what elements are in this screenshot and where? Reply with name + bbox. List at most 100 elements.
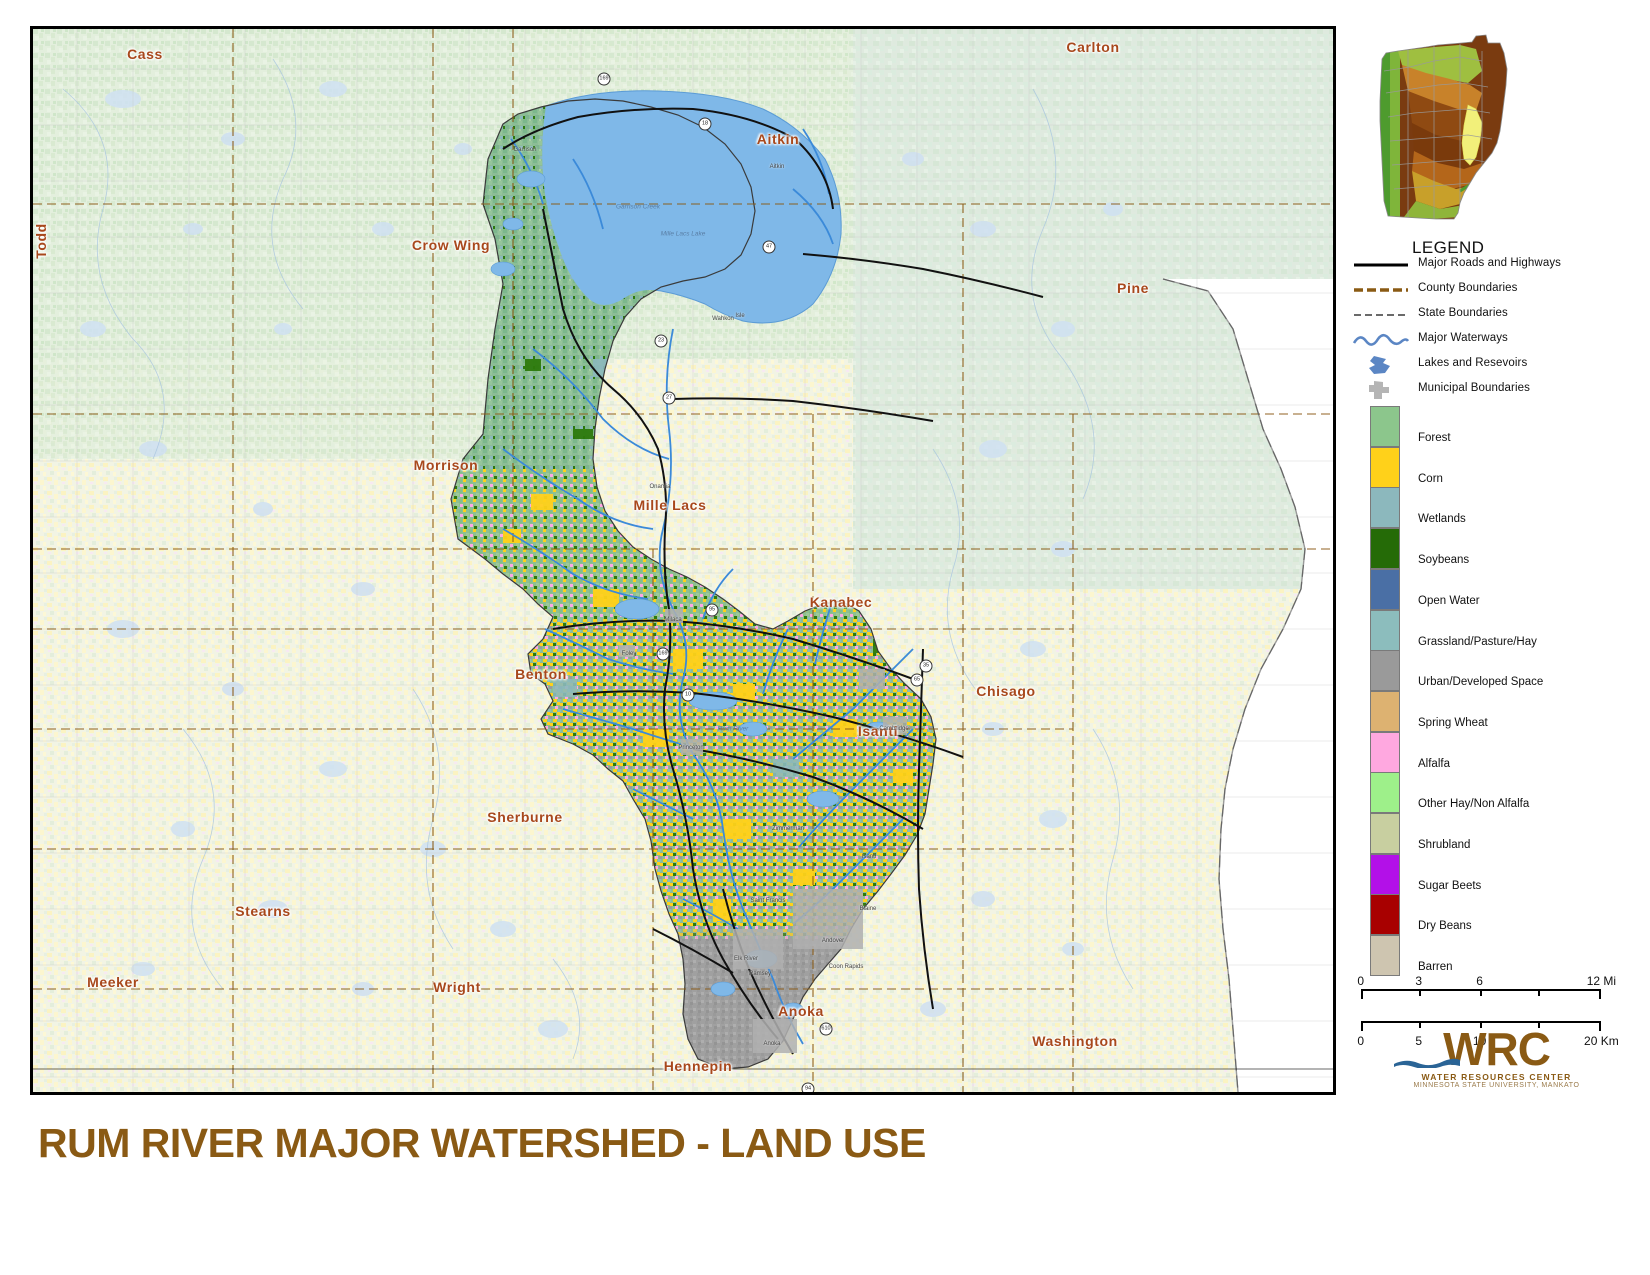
landuse-label: Spring Wheat <box>1418 716 1488 729</box>
legend-line-row: Municipal Boundaries <box>1352 379 1642 401</box>
landuse-color-swatch <box>1370 650 1400 692</box>
main-map-frame[interactable]: Cass Carlton Aitkin Todd Crow Wing Pine Morris… <box>30 26 1336 1095</box>
scale-mi-label: 3 <box>1415 974 1423 988</box>
wave-icon <box>1394 1058 1460 1068</box>
water-label: Garrison Creek <box>615 203 661 211</box>
highway-shield: 94 <box>801 1082 815 1092</box>
landuse-label: Dry Beans <box>1418 920 1472 933</box>
highway-shield: 47 <box>762 240 776 254</box>
place-label: Foley <box>621 651 637 657</box>
place-label: Princeton <box>678 745 704 751</box>
landuse-label: Forest <box>1418 432 1451 444</box>
legend-landuse-row: Forest <box>1352 406 1642 447</box>
landuse-color-swatch <box>1370 487 1400 529</box>
legend-landuse-row: Grassland/Pasture/Hay <box>1352 609 1642 651</box>
legend-landuse-row: Other Hay/Non Alfalfa <box>1352 772 1642 814</box>
waterway-icon <box>1352 329 1412 351</box>
scale-mi-tick <box>1537 989 1540 996</box>
legend-line-row: County Boundaries <box>1352 279 1642 301</box>
landuse-label: Barren <box>1418 961 1453 974</box>
scale-mi-tick <box>1479 989 1482 996</box>
highway-shield: 95 <box>705 603 719 617</box>
landuse-label: Sugar Beets <box>1418 879 1482 892</box>
highway-shield: 65 <box>910 673 924 687</box>
landuse-label: Corn <box>1418 472 1443 485</box>
state-boundary-line-icon <box>1352 304 1412 326</box>
scale-mi-tick <box>1418 989 1421 996</box>
landuse-label: Wetlands <box>1418 513 1466 526</box>
place-label: Zimmerman <box>771 826 805 832</box>
landuse-color-swatch <box>1370 935 1400 977</box>
scale-mi-label: 6 <box>1476 974 1483 988</box>
place-label: Saint Francis <box>750 898 786 904</box>
place-label: Ramsey <box>748 971 772 977</box>
road-line-icon <box>1352 254 1412 276</box>
county-boundary-line-icon <box>1352 279 1412 301</box>
landuse-label: Soybeans <box>1418 554 1470 567</box>
landuse-color-swatch <box>1370 690 1400 732</box>
map-graphic <box>33 29 1333 1092</box>
legend-line-label: State Boundaries <box>1418 307 1508 319</box>
legend-landuse-row: Spring Wheat <box>1352 690 1642 732</box>
legend-landuse-row: Alfalfa <box>1352 731 1642 773</box>
highway-shield: 35 <box>919 659 933 673</box>
place-label: Elk River <box>733 956 759 962</box>
place-label: Wahkon <box>712 316 734 322</box>
place-label: Onamia <box>649 484 671 490</box>
lake-polygon-icon <box>1352 354 1412 376</box>
legend-line-label: Lakes and Resevoirs <box>1418 357 1528 369</box>
legend-landuse-row: Corn <box>1352 446 1642 488</box>
place-label: Milaca <box>664 617 682 623</box>
landuse-label: Grassland/Pasture/Hay <box>1418 635 1537 648</box>
place-label: Isle <box>735 313 745 319</box>
landuse-color-swatch <box>1370 568 1400 610</box>
place-label: Garrison <box>513 147 537 153</box>
highway-shield: 23 <box>654 334 668 348</box>
landuse-label: Other Hay/Non Alfalfa <box>1418 798 1530 811</box>
highway-shield: 610 <box>819 1022 833 1036</box>
landuse-color-swatch <box>1370 528 1400 570</box>
legend-line-label: Municipal Boundaries <box>1418 382 1530 394</box>
scale-mi-label: 12 Mi <box>1586 974 1617 988</box>
legend-panel: LEGEND Major Roads and Highways County Bo… <box>1344 26 1644 1095</box>
place-label: Coon Rapids <box>828 964 864 970</box>
map-poster: Cass Carlton Aitkin Todd Crow Wing Pine Morris… <box>0 0 1650 1275</box>
landuse-color-swatch <box>1370 609 1400 651</box>
scale-mi-tick <box>1360 989 1363 999</box>
water-label: Mille Lacs Lake <box>660 230 706 238</box>
landuse-color-swatch <box>1370 446 1400 488</box>
place-label: Andover <box>821 938 845 944</box>
legend-line-label: Major Roads and Highways <box>1418 257 1562 269</box>
landuse-label: Shrubland <box>1418 839 1471 851</box>
minnesota-locator-inset <box>1364 31 1519 231</box>
legend-landuse-row: Barren <box>1352 935 1642 977</box>
highway-shield: 10 <box>681 688 695 702</box>
landuse-color-swatch <box>1370 894 1400 936</box>
legend-line-label: Major Waterways <box>1418 332 1508 344</box>
place-label: Blaine <box>859 906 877 912</box>
legend-landuse-row: Shrubland <box>1352 813 1642 854</box>
landuse-label: Alfalfa <box>1418 757 1450 770</box>
legend-landuse-row: Sugar Beets <box>1352 853 1642 895</box>
place-label: Aitkin <box>769 164 785 170</box>
landuse-color-swatch <box>1370 406 1400 447</box>
place-label: Anoka <box>763 1041 781 1047</box>
landuse-color-swatch <box>1370 772 1400 814</box>
highway-shield: 169 <box>656 647 670 661</box>
wrc-university-name: MINNESOTA STATE UNIVERSITY, MANKATO <box>1413 1082 1580 1089</box>
municipal-polygon-icon <box>1352 379 1412 401</box>
poster-title: RUM RIVER MAJOR WATERSHED - LAND USE <box>38 1120 926 1166</box>
place-label: Isanti <box>861 854 877 860</box>
water-label: Rum River <box>717 725 749 733</box>
legend-landuse-row: Open Water <box>1352 568 1642 610</box>
legend-line-label: County Boundaries <box>1418 282 1518 294</box>
legend-landuse-row: Dry Beans <box>1352 894 1642 936</box>
legend-line-row: Lakes and Resevoirs <box>1352 354 1642 376</box>
highway-shield: 18 <box>698 117 712 131</box>
legend-landuse-row: Soybeans <box>1352 528 1642 570</box>
landuse-color-swatch <box>1370 853 1400 895</box>
highway-shield: 169 <box>597 72 611 86</box>
landuse-label: Urban/Developed Space <box>1418 676 1544 689</box>
map-canvas[interactable] <box>33 29 1333 1092</box>
legend-landuse-row: Wetlands <box>1352 487 1642 529</box>
